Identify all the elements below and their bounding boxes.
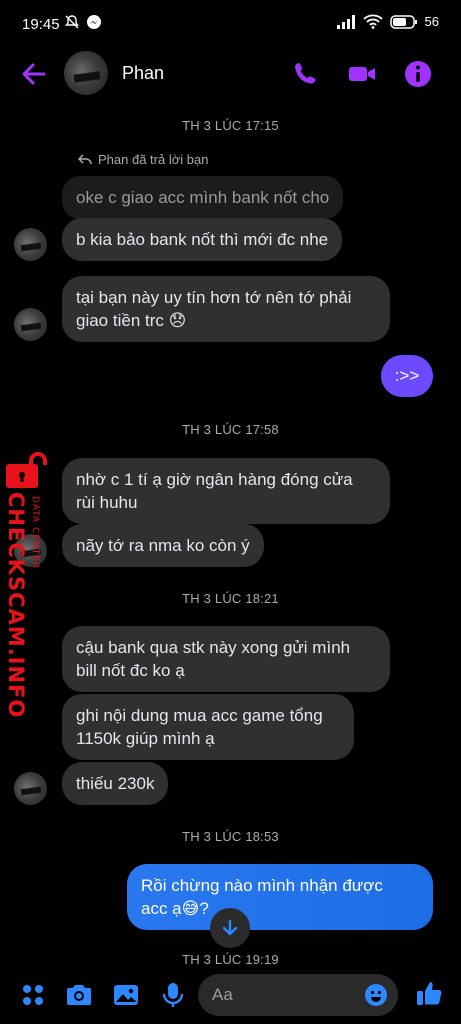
- outgoing-message[interactable]: Rồi chừng nào mình nhận được acc ạ😅?: [127, 864, 433, 930]
- conversation-header: Phan: [0, 46, 461, 102]
- emoji-icon[interactable]: [364, 983, 388, 1007]
- video-icon[interactable]: [346, 58, 378, 90]
- timestamp: TH 3 LÚC 19:19: [182, 952, 279, 966]
- message-thread[interactable]: TH 3 LÚC 17:15 Phan đã trả lời bạn oke c…: [0, 102, 461, 972]
- gallery-icon[interactable]: [111, 980, 141, 1010]
- status-bar: 19:45 56: [0, 0, 461, 46]
- sender-avatar[interactable]: [14, 308, 47, 341]
- watermark-brand: CHECKSCAM.INFO: [4, 492, 28, 719]
- timestamp: TH 3 LÚC 17:58: [182, 422, 279, 437]
- bell-muted-icon: [65, 15, 79, 29]
- camera-icon[interactable]: [64, 980, 94, 1010]
- scroll-to-bottom-button[interactable]: [210, 908, 250, 948]
- incoming-message[interactable]: thiếu 230k: [62, 762, 169, 805]
- status-right: 56: [336, 14, 439, 29]
- incoming-message[interactable]: ghi nội dung mua acc game tổng 1150k giú…: [62, 694, 354, 760]
- incoming-message[interactable]: tại bạn này uy tín hơn tớ nên tớ phải gi…: [62, 276, 390, 342]
- arrow-down-icon: [222, 919, 238, 936]
- lock-icon: [6, 452, 47, 488]
- messenger-notification-icon: [87, 15, 101, 29]
- status-notification-icons: [64, 14, 102, 30]
- microphone-icon[interactable]: [158, 980, 188, 1010]
- contact-name[interactable]: Phan: [122, 63, 164, 84]
- sender-avatar[interactable]: [14, 228, 47, 261]
- signal-icon: [336, 14, 355, 29]
- watermark-sub: DATA CENTER: [30, 496, 40, 570]
- incoming-message[interactable]: b kia bảo bank nốt thì mới đc nhe: [62, 218, 343, 261]
- status-time: 19:45: [22, 16, 60, 33]
- checkscam-watermark: CHECKSCAM.INFO DATA CENTER: [2, 452, 48, 718]
- message-composer: Aa: [0, 966, 461, 1024]
- wifi-icon: [362, 14, 383, 29]
- reply-note: Phan đã trả lời bạn: [78, 152, 208, 167]
- back-arrow-icon[interactable]: [18, 58, 50, 90]
- battery-icon: [389, 14, 417, 29]
- incoming-message[interactable]: nhờ c 1 tí ạ giờ ngân hàng đóng cửa rùi …: [62, 458, 390, 524]
- incoming-message[interactable]: cậu bank qua stk này xong gửi mình bill …: [62, 626, 390, 692]
- battery-level: 56: [424, 14, 439, 29]
- outgoing-message[interactable]: :>>: [381, 355, 433, 397]
- sender-avatar[interactable]: [14, 772, 47, 805]
- reply-icon: [78, 153, 92, 164]
- message-input[interactable]: Aa: [198, 974, 398, 1016]
- quoted-message[interactable]: oke c giao acc mình bank nốt cho: [62, 176, 344, 219]
- timestamp: TH 3 LÚC 18:21: [182, 591, 279, 606]
- timestamp: TH 3 LÚC 17:15: [182, 118, 279, 133]
- reply-note-text: Phan đã trả lời bạn: [98, 152, 209, 167]
- thumbs-up-icon[interactable]: [414, 978, 444, 1008]
- timestamp: TH 3 LÚC 18:53: [182, 829, 279, 844]
- message-input-placeholder: Aa: [212, 985, 233, 1004]
- apps-icon[interactable]: [18, 980, 48, 1010]
- contact-avatar[interactable]: [64, 51, 108, 95]
- incoming-message[interactable]: nãy tớ ra nma ko còn ý: [62, 524, 264, 567]
- info-icon[interactable]: [402, 58, 434, 90]
- phone-icon[interactable]: [290, 58, 322, 90]
